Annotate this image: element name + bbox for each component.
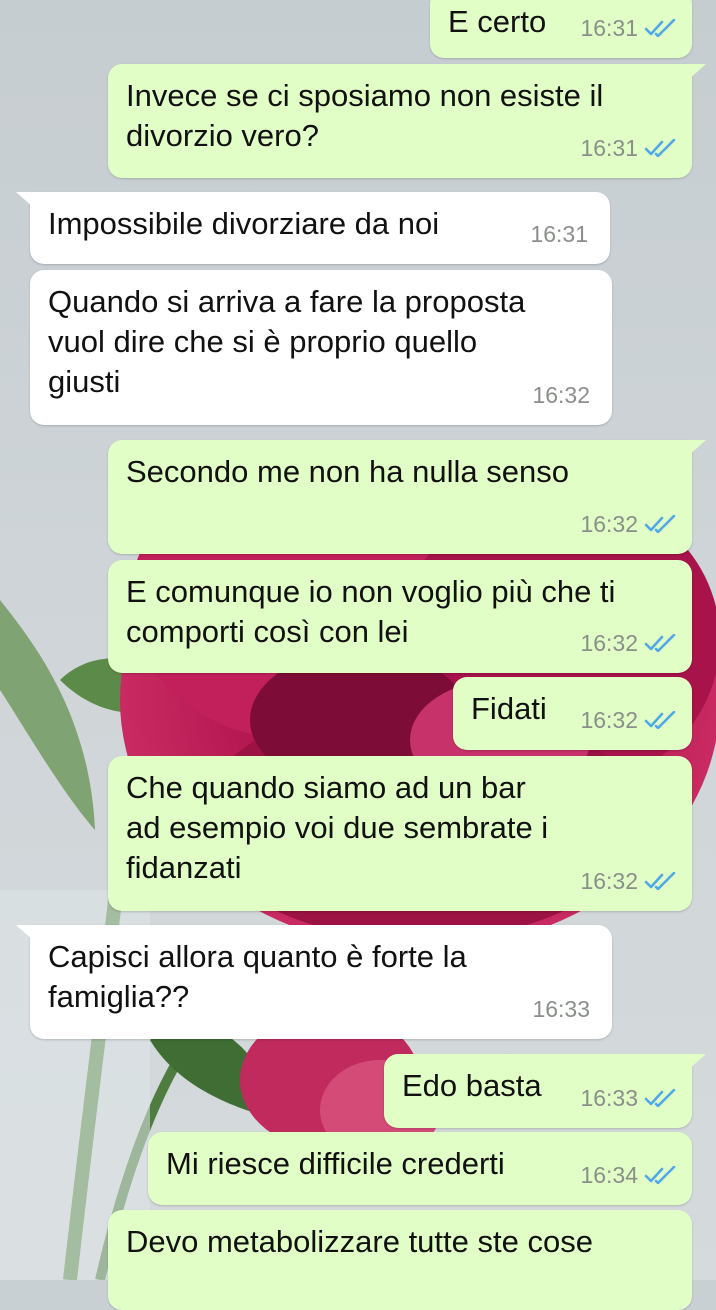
message-time: 16:32 xyxy=(580,511,638,537)
message-meta: 16:32 xyxy=(580,623,676,663)
message-time: 16:32 xyxy=(580,707,638,733)
message-text: Devo metabolizzare tutte ste cose xyxy=(126,1224,593,1259)
outgoing-message[interactable]: Invece se ci sposiamo non esiste il divo… xyxy=(108,64,706,178)
message-meta: 16:31 xyxy=(530,214,588,254)
double-check-icon xyxy=(644,634,676,652)
message-text: E certo xyxy=(448,4,547,39)
message-text: Fidati xyxy=(471,691,547,726)
outgoing-message[interactable]: Devo metabolizzare tutte ste cose xyxy=(108,1210,692,1310)
bubble-tail xyxy=(688,64,706,80)
outgoing-message[interactable]: Mi riesce difficile crederti 16:34 xyxy=(148,1132,692,1205)
message-time: 16:33 xyxy=(532,996,590,1022)
double-check-icon xyxy=(644,139,676,157)
bubble-tail xyxy=(688,1054,706,1070)
outgoing-message[interactable]: E comunque io non voglio più che ti comp… xyxy=(108,560,692,673)
message-meta: 16:32 xyxy=(532,375,590,415)
message-time: 16:32 xyxy=(580,630,638,656)
message-time: 16:31 xyxy=(530,221,588,247)
message-text: E comunque io non voglio più che ti comp… xyxy=(126,574,616,649)
message-time: 16:32 xyxy=(580,868,638,894)
bubble-tail xyxy=(688,440,706,456)
message-time: 16:33 xyxy=(580,1085,638,1111)
message-text: Capisci allora quanto è forte la famigli… xyxy=(48,939,467,1014)
message-meta: 16:33 xyxy=(532,989,590,1029)
message-time: 16:31 xyxy=(580,15,638,41)
outgoing-message[interactable]: E certo 16:31 xyxy=(430,0,692,58)
bubble-tail xyxy=(16,192,34,208)
double-check-icon xyxy=(644,872,676,890)
message-text: Secondo me non ha nulla senso xyxy=(126,454,569,489)
incoming-message[interactable]: Quando si arriva a fare la proposta vuol… xyxy=(30,270,612,425)
message-text: Quando si arriva a fare la proposta vuol… xyxy=(48,284,526,399)
message-meta: 16:32 xyxy=(580,700,676,740)
outgoing-message[interactable]: Che quando siamo ad un bar ad esempio vo… xyxy=(108,756,692,911)
message-meta: 16:34 xyxy=(580,1155,676,1195)
message-text: Edo basta xyxy=(402,1068,542,1103)
message-time: 16:34 xyxy=(580,1162,638,1188)
message-text: Che quando siamo ad un bar ad esempio vo… xyxy=(126,770,549,885)
incoming-message[interactable]: Capisci allora quanto è forte la famigli… xyxy=(16,925,612,1039)
double-check-icon xyxy=(644,515,676,533)
message-meta: 16:32 xyxy=(580,504,676,544)
bubble-tail xyxy=(16,925,34,941)
message-time: 16:32 xyxy=(532,382,590,408)
message-time: 16:31 xyxy=(580,135,638,161)
double-check-icon xyxy=(644,1089,676,1107)
message-meta: 16:31 xyxy=(580,8,676,48)
message-meta: 16:33 xyxy=(580,1078,676,1118)
message-text: Impossibile divorziare da noi xyxy=(48,206,440,241)
message-text: Invece se ci sposiamo non esiste il divo… xyxy=(126,78,604,153)
double-check-icon xyxy=(644,19,676,37)
message-meta: 16:31 xyxy=(580,128,676,168)
outgoing-message[interactable]: Fidati 16:32 xyxy=(453,677,692,750)
message-text: Mi riesce difficile crederti xyxy=(166,1146,505,1181)
double-check-icon xyxy=(644,1166,676,1184)
incoming-message[interactable]: Impossibile divorziare da noi 16:31 xyxy=(16,192,610,264)
message-meta: 16:32 xyxy=(580,861,676,901)
double-check-icon xyxy=(644,711,676,729)
outgoing-message[interactable]: Secondo me non ha nulla senso 16:32 xyxy=(108,440,706,554)
outgoing-message[interactable]: Edo basta 16:33 xyxy=(384,1054,706,1128)
